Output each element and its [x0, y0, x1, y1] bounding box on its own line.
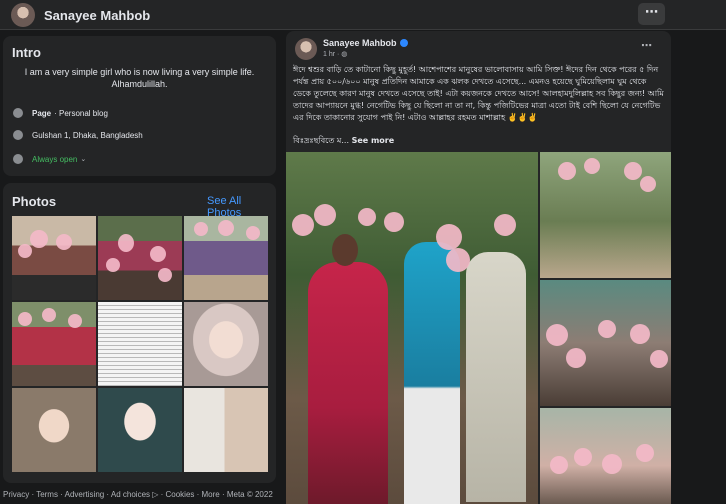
location-text: Gulshan 1, Dhaka, Bangladesh: [32, 130, 143, 140]
clock-icon: [13, 154, 23, 164]
post-author[interactable]: Sanayee Mahbob: [323, 38, 408, 48]
post-photo-side-1[interactable]: [540, 152, 671, 278]
intro-bio: I am a very simple girl who is now livin…: [24, 67, 255, 89]
more-options-button[interactable]: ⋯: [638, 3, 665, 25]
post-text-tail: বিঃদ্রঃছবিতে ম... See more: [293, 135, 394, 148]
post-author-name[interactable]: Sanayee Mahbob: [323, 38, 397, 48]
photo-thumbnail[interactable]: [12, 302, 96, 386]
intro-title: Intro: [12, 45, 41, 60]
post-text: ঈদে শ্বশুর বাড়ি তে কাটানো কিছু মুহূর্ত!…: [293, 65, 664, 122]
photo-thumbnail[interactable]: [98, 216, 182, 300]
chevron-down-icon[interactable]: ⌄: [80, 155, 86, 163]
see-more-link[interactable]: See more: [352, 136, 395, 145]
profile-header-bar: Sanayee Mahbob ⋯: [0, 0, 726, 30]
photo-thumbnail[interactable]: [12, 216, 96, 300]
post-options-button[interactable]: ⋯: [641, 39, 652, 52]
photo-thumbnail[interactable]: [184, 216, 268, 300]
photos-card: Photos See All Photos: [3, 183, 276, 483]
intro-location-row[interactable]: Gulshan 1, Dhaka, Bangladesh: [13, 130, 143, 140]
post-meta: 1 hr · ◍: [323, 50, 347, 58]
post-text-truncated: বিঃদ্রঃছবিতে ম...: [293, 136, 352, 145]
post-photo-side-3[interactable]: [540, 408, 671, 504]
photo-thumbnail[interactable]: [98, 302, 182, 386]
photo-thumbnail[interactable]: [184, 302, 268, 386]
info-icon: [13, 108, 23, 118]
post-photo-main[interactable]: [286, 152, 538, 504]
photos-grid: [12, 216, 269, 473]
photo-thumbnail[interactable]: [12, 388, 96, 472]
page-label: Page: [32, 108, 52, 118]
photo-figure: [308, 262, 388, 504]
photo-face: [332, 234, 358, 266]
intro-page-row: Page · Personal blog: [13, 108, 108, 118]
post-author-avatar[interactable]: [295, 38, 317, 60]
photo-figure: [404, 242, 460, 504]
hours-text: Always open: [32, 154, 78, 164]
intro-hours-row[interactable]: Always open ⌄: [13, 154, 86, 164]
post-time[interactable]: 1 hr ·: [323, 51, 339, 58]
footer-links[interactable]: Privacy · Terms · Advertising · Ad choic…: [3, 490, 273, 499]
intro-card: Intro I am a very simple girl who is now…: [3, 36, 276, 176]
profile-avatar[interactable]: [11, 3, 35, 27]
pin-icon: [13, 130, 23, 140]
page-category: · Personal blog: [54, 108, 108, 118]
post-photo-side-2[interactable]: [540, 280, 671, 406]
photo-thumbnail[interactable]: [184, 388, 268, 472]
photo-thumbnail[interactable]: [98, 388, 182, 472]
photo-figure: [466, 252, 526, 502]
verified-badge-icon: [399, 39, 408, 47]
globe-icon: ◍: [341, 51, 348, 58]
post-card: Sanayee Mahbob 1 hr · ◍ ⋯ ঈদে শ্বশুর বাড…: [286, 31, 671, 504]
profile-name[interactable]: Sanayee Mahbob: [44, 8, 150, 23]
photos-title: Photos: [12, 194, 57, 209]
